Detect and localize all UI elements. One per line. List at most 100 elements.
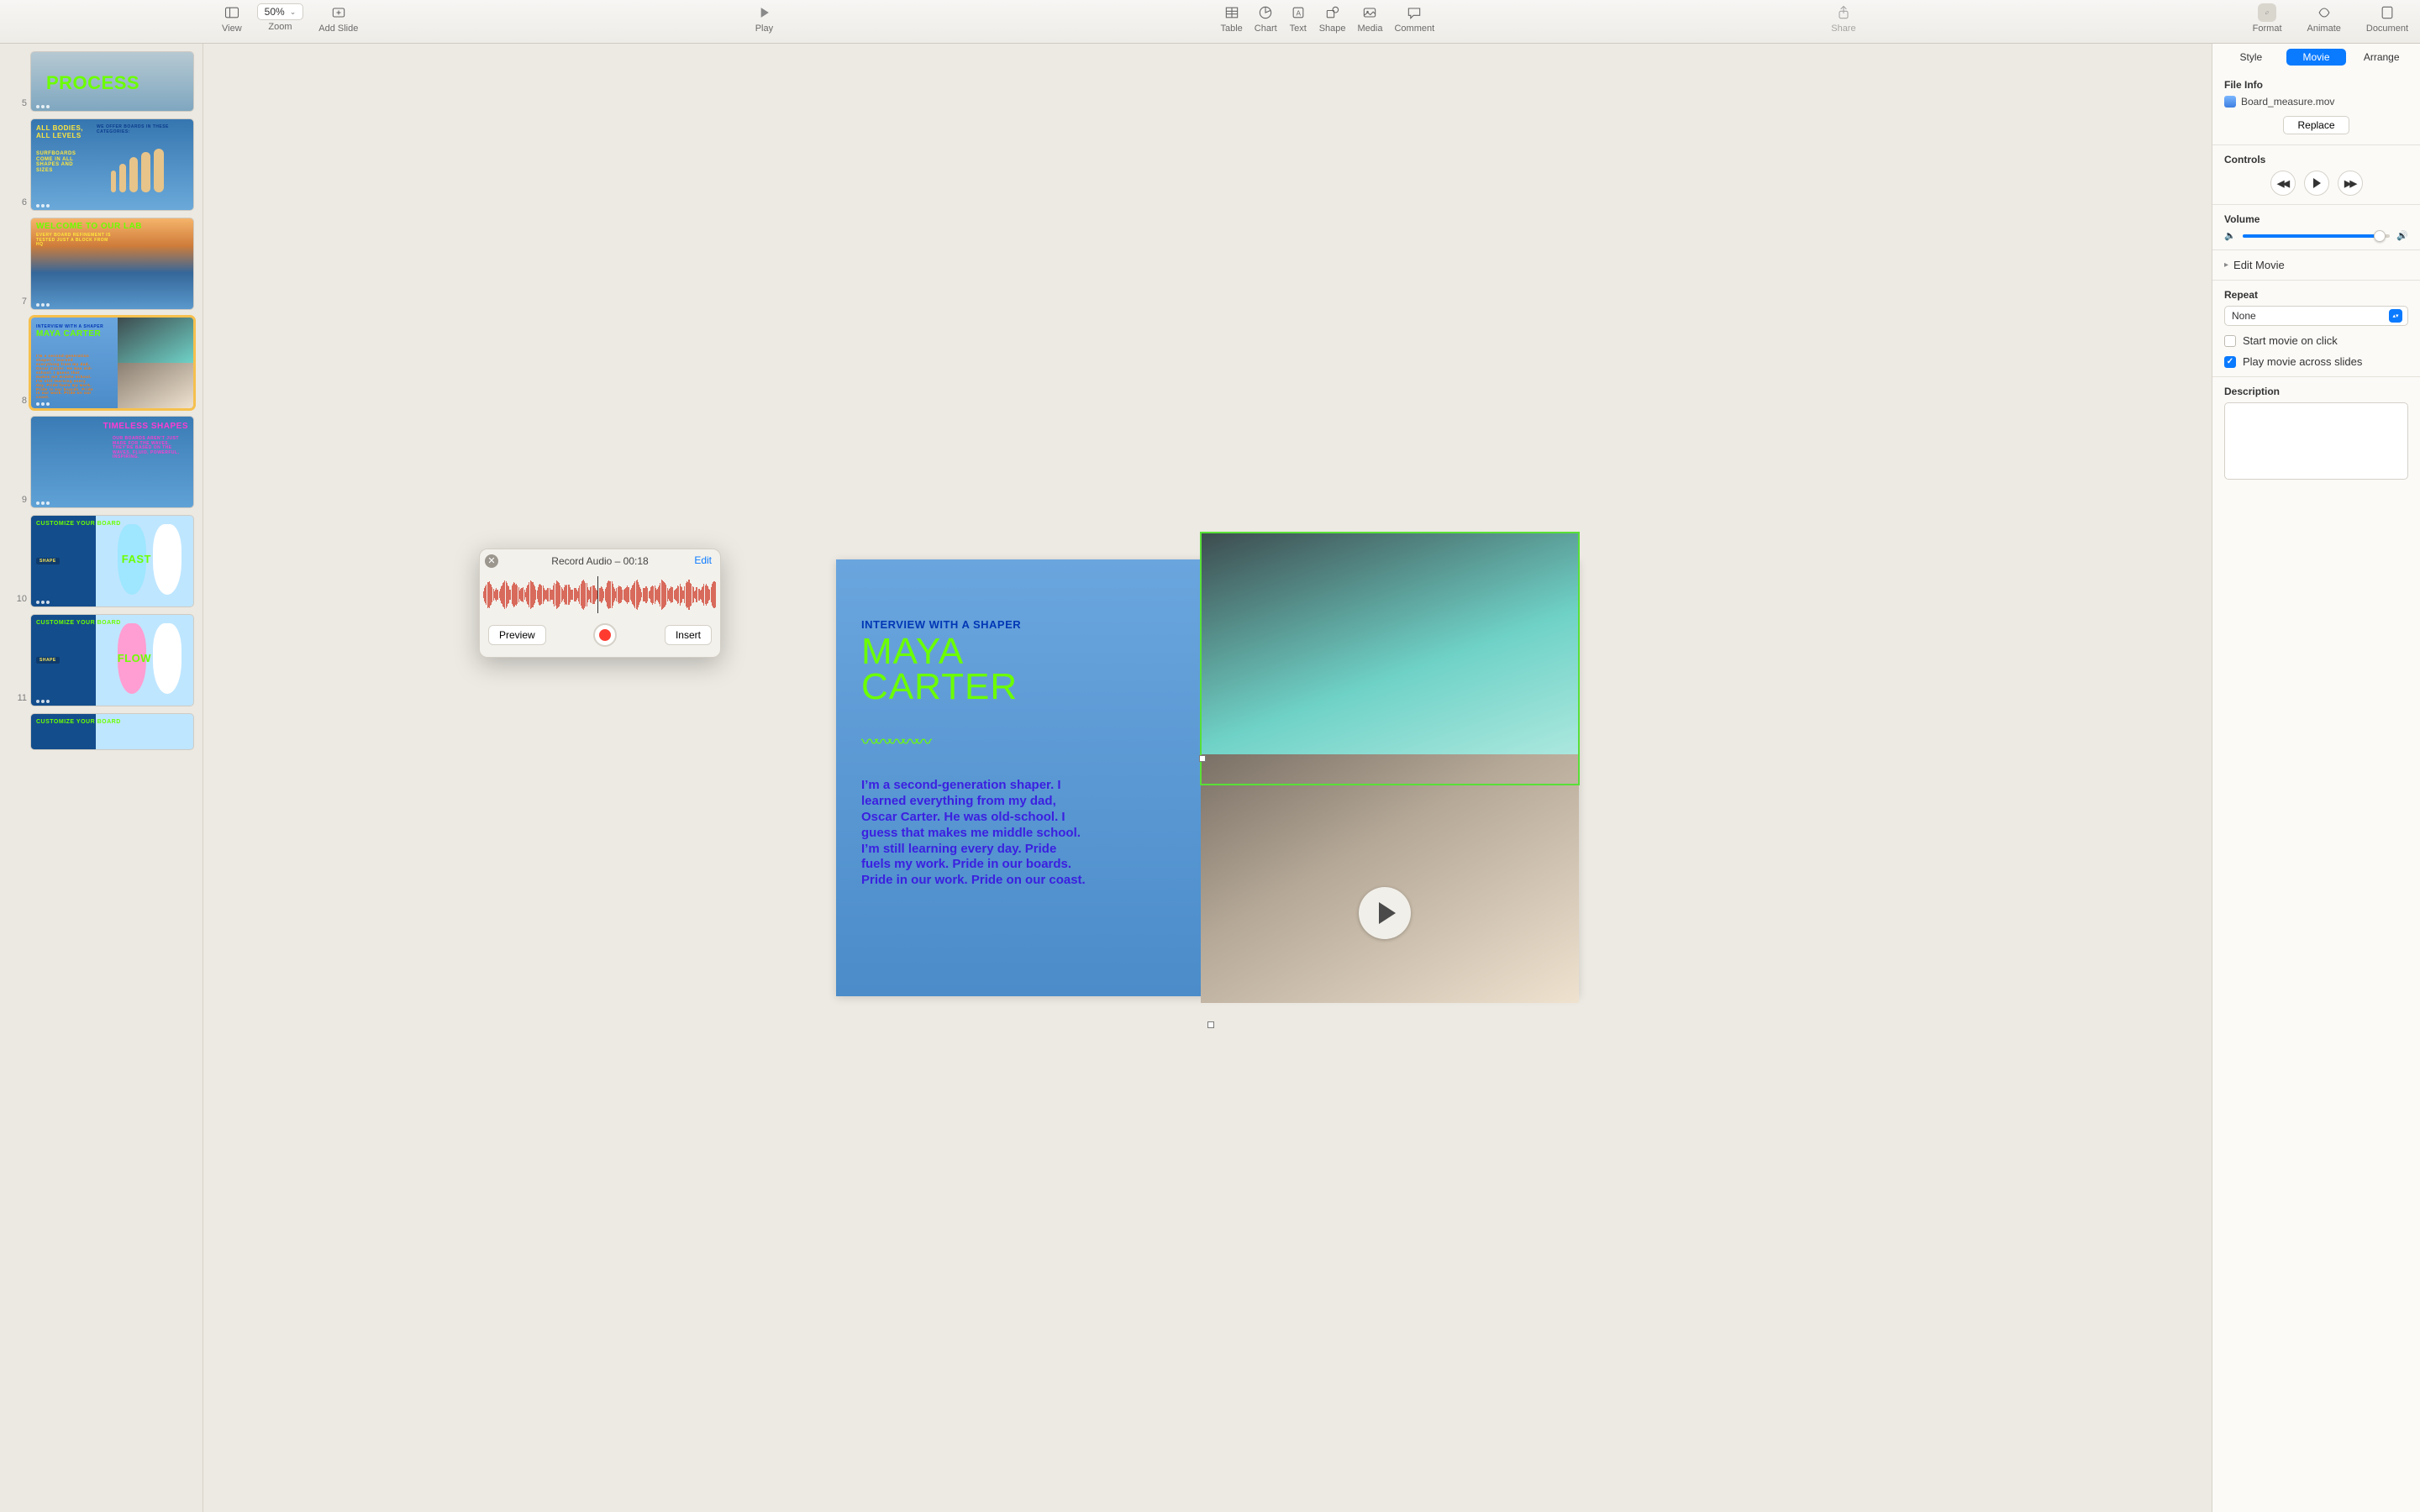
movie-bottom[interactable] [1201,754,1579,1003]
checkbox-checked-icon [2224,356,2236,368]
sidebar-layout-icon [223,3,241,22]
repeat-select[interactable]: None ▴▾ [2224,306,2408,326]
movie-play-overlay-button[interactable] [1359,887,1411,939]
slide-canvas[interactable]: INTERVIEW WITH A SHAPER MAYA CARTER 〰〰〰〰… [203,44,2212,1512]
zoom-pill[interactable]: 50% ⌄ [257,3,304,20]
text-button[interactable]: A Text [1289,3,1307,34]
volume-fill [2243,234,2383,238]
slide-navigator[interactable]: 5 PROCESS 6 ALL BODIES, ALL LEVELS SURFB… [0,44,203,1512]
slide-thumb[interactable]: 11 CUSTOMIZE YOUR BOARD SHAPE FLOW [5,614,194,706]
selection-handle[interactable] [1207,1021,1214,1028]
record-button[interactable] [593,623,617,647]
document-button[interactable]: Document [2366,3,2408,34]
record-title: Record Audio – 00:18 [551,555,648,567]
chevron-down-icon: ⌄ [290,8,297,17]
play-icon [755,3,773,22]
record-playhead[interactable] [597,576,598,613]
slide-text-block[interactable]: INTERVIEW WITH A SHAPER MAYA CARTER 〰〰〰〰… [861,618,1080,753]
view-button[interactable]: View [222,3,242,34]
playback-controls: ◀◀ ▶▶ [2224,171,2408,196]
table-button[interactable]: Table [1220,3,1242,34]
zoom-label: Zoom [268,22,292,32]
repeat-heading: Repeat [2224,289,2408,301]
plus-icon [329,3,348,22]
record-edit-link[interactable]: Edit [694,554,712,566]
media-icon [1360,3,1379,22]
chart-icon [1256,3,1275,22]
slide-thumb[interactable]: 9 TIMELESS SHAPES OUR BOARDS AREN'T JUST… [5,416,194,508]
movie-top[interactable] [1201,533,1579,785]
slide-thumb-selected[interactable]: 8 INTERVIEW WITH A SHAPER MAYA CARTER I'… [5,317,194,409]
select-stepper-icon: ▴▾ [2389,309,2402,323]
volume-heading: Volume [2224,213,2408,225]
table-icon [1223,3,1241,22]
quicktime-icon [2224,96,2236,108]
record-controls: Preview Insert [480,617,720,657]
paintbrush-icon [2258,3,2276,22]
view-label: View [222,24,242,34]
record-popover-header: ✕ Record Audio – 00:18 Edit [480,549,720,573]
chart-button[interactable]: Chart [1255,3,1277,34]
replace-button[interactable]: Replace [2283,116,2349,134]
tab-movie[interactable]: Movie [2286,49,2347,66]
selection-handle[interactable] [1199,755,1206,762]
description-textarea[interactable] [2224,402,2408,480]
rewind-icon: ◀◀ [2277,178,2288,189]
insert-group: Table Chart A Text Shape Media Comment [1220,3,1434,34]
tab-arrange[interactable]: Arrange [2351,49,2412,66]
slide-thumb[interactable]: 5 PROCESS [5,51,194,112]
play-control-button[interactable] [2304,171,2329,196]
media-button[interactable]: Media [1358,3,1383,34]
record-audio-popover[interactable]: ✕ Record Audio – 00:18 Edit Preview Inse… [479,549,721,658]
slide-thumb[interactable]: 10 CUSTOMIZE YOUR BOARD SHAPE FAST [5,515,194,607]
file-info-section: File Info Board_measure.mov Replace [2212,71,2420,145]
forward-icon: ▶▶ [2344,178,2355,189]
slide-thumb[interactable]: 6 ALL BODIES, ALL LEVELS SURFBOARDS COME… [5,118,194,211]
animate-icon [2315,3,2333,22]
edit-movie-label: Edit Movie [2233,259,2285,271]
slide[interactable]: INTERVIEW WITH A SHAPER MAYA CARTER 〰〰〰〰… [836,559,1579,996]
add-slide-button[interactable]: Add Slide [318,3,358,34]
slide-body-text[interactable]: I’m a second-generation shaper. I learne… [861,778,1088,889]
start-on-click-label: Start movie on click [2243,334,2338,347]
volume-slider-row: 🔈 🔊 [2224,230,2408,241]
shape-button[interactable]: Shape [1319,3,1346,34]
format-inspector: Style Movie Arrange File Info Board_meas… [2212,44,2420,1512]
record-waveform[interactable] [480,576,720,613]
start-on-click-checkbox[interactable]: Start movie on click [2224,334,2408,347]
tab-style[interactable]: Style [2221,49,2281,66]
chevron-right-icon: ▸ [2224,260,2228,270]
forward-button[interactable]: ▶▶ [2338,171,2363,196]
record-insert-button[interactable]: Insert [665,625,712,645]
share-icon [1834,3,1853,22]
comment-button[interactable]: Comment [1394,3,1434,34]
record-preview-button[interactable]: Preview [488,625,546,645]
file-name: Board_measure.mov [2241,96,2334,108]
share-button[interactable]: Share [1831,3,1855,34]
play-button[interactable]: Play [755,3,773,34]
format-button[interactable]: Format [2253,3,2282,34]
text-icon: A [1289,3,1307,22]
shape-icon [1323,3,1342,22]
zoom-button[interactable]: 50% ⌄ Zoom [257,3,304,32]
inspector-switchers: Format Animate Document [2253,3,2408,34]
description-heading: Description [2224,386,2408,397]
volume-slider[interactable] [2243,234,2391,238]
animate-button[interactable]: Animate [2307,3,2341,34]
close-icon[interactable]: ✕ [485,554,498,568]
play-across-label: Play movie across slides [2243,355,2362,368]
edit-movie-section: ▸ Edit Movie [2212,250,2420,281]
repeat-section: Repeat None ▴▾ Start movie on click Play… [2212,281,2420,377]
play-across-slides-checkbox[interactable]: Play movie across slides [2224,355,2408,368]
play-label: Play [755,24,773,34]
rewind-button[interactable]: ◀◀ [2270,171,2296,196]
edit-movie-disclosure[interactable]: ▸ Edit Movie [2224,259,2408,271]
volume-low-icon: 🔈 [2224,230,2236,241]
divider-squiggle-icon: 〰〰〰〰〰 [861,728,1080,753]
controls-heading: Controls [2224,154,2408,165]
slide-thumb[interactable]: CUSTOMIZE YOUR BOARD [5,713,194,750]
document-icon [2378,3,2396,22]
checkbox-unchecked-icon [2224,335,2236,347]
slide-thumb[interactable]: 7 WELCOME TO OUR LAB EVERY BOARD REFINEM… [5,218,194,310]
volume-knob[interactable] [2374,230,2386,242]
